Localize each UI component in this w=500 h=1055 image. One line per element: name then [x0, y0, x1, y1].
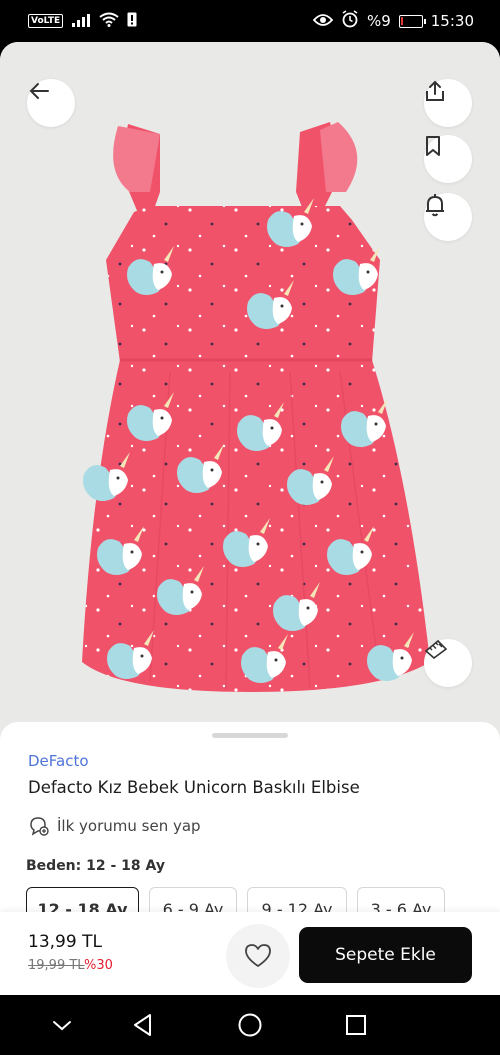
battery-level: [400, 16, 403, 25]
app-screen: VoLTE %9 15:30 DeFacto Defacto Kız Bebek…: [0, 0, 500, 1055]
ruler-icon: [424, 639, 448, 659]
purchase-bar: 13,99 TL 19,99 TL %30 Sepete Ekle: [0, 912, 500, 995]
chevron-down-icon: [53, 1021, 71, 1031]
signal-icon: [71, 12, 91, 31]
review-prompt[interactable]: İlk yorumu sen yap: [28, 816, 201, 836]
back-button[interactable]: [27, 79, 75, 127]
battery-icon: [398, 14, 426, 28]
clock: 15:30: [430, 12, 474, 30]
triangle-back-icon: [134, 1014, 151, 1036]
discount-badge: %30: [84, 958, 113, 973]
status-bar: VoLTE %9 15:30: [0, 0, 500, 42]
eye-icon: [312, 12, 334, 31]
product-page: DeFacto Defacto Kız Bebek Unicorn Baskıl…: [0, 42, 500, 995]
system-nav-bar: [0, 995, 500, 1055]
current-price: 13,99 TL: [28, 932, 102, 952]
arrow-left-icon: [29, 83, 49, 99]
battery-percent: %9: [366, 12, 391, 30]
nav-recents-button[interactable]: [344, 1013, 368, 1037]
wifi-icon: [99, 12, 119, 31]
add-to-cart-button[interactable]: Sepete Ekle: [299, 927, 472, 983]
brand-link[interactable]: DeFacto: [28, 752, 89, 770]
nav-hide-button[interactable]: [50, 1013, 74, 1037]
sheet-handle[interactable]: [212, 733, 288, 738]
wishlist-button[interactable]: [226, 924, 290, 988]
review-icon: [30, 817, 49, 836]
bell-icon: [426, 194, 444, 217]
nav-back-button[interactable]: [130, 1012, 156, 1038]
share-icon: [426, 80, 444, 101]
size-label: Beden: 12 - 18 Ay: [26, 858, 165, 874]
size-guide-button[interactable]: [424, 639, 472, 687]
status-left: VoLTE: [28, 12, 137, 31]
heart-icon: [245, 944, 271, 967]
bookmark-button[interactable]: [424, 135, 472, 183]
product-image[interactable]: [0, 42, 500, 742]
bookmark-icon: [426, 136, 440, 156]
volte-badge: VoLTE: [28, 14, 64, 28]
old-price: 19,99 TL: [28, 958, 85, 973]
alarm-icon: [341, 10, 359, 32]
status-right: %9 15:30: [312, 10, 474, 32]
square-recents-icon: [346, 1015, 366, 1035]
sim-alert-icon: [127, 12, 137, 31]
share-button[interactable]: [424, 79, 472, 127]
nav-home-button[interactable]: [237, 1012, 263, 1038]
review-prompt-text: İlk yorumu sen yap: [57, 817, 201, 835]
notify-button[interactable]: [424, 193, 472, 241]
circle-home-icon: [238, 1013, 262, 1037]
product-title: Defacto Kız Bebek Unicorn Baskılı Elbise: [28, 778, 360, 797]
